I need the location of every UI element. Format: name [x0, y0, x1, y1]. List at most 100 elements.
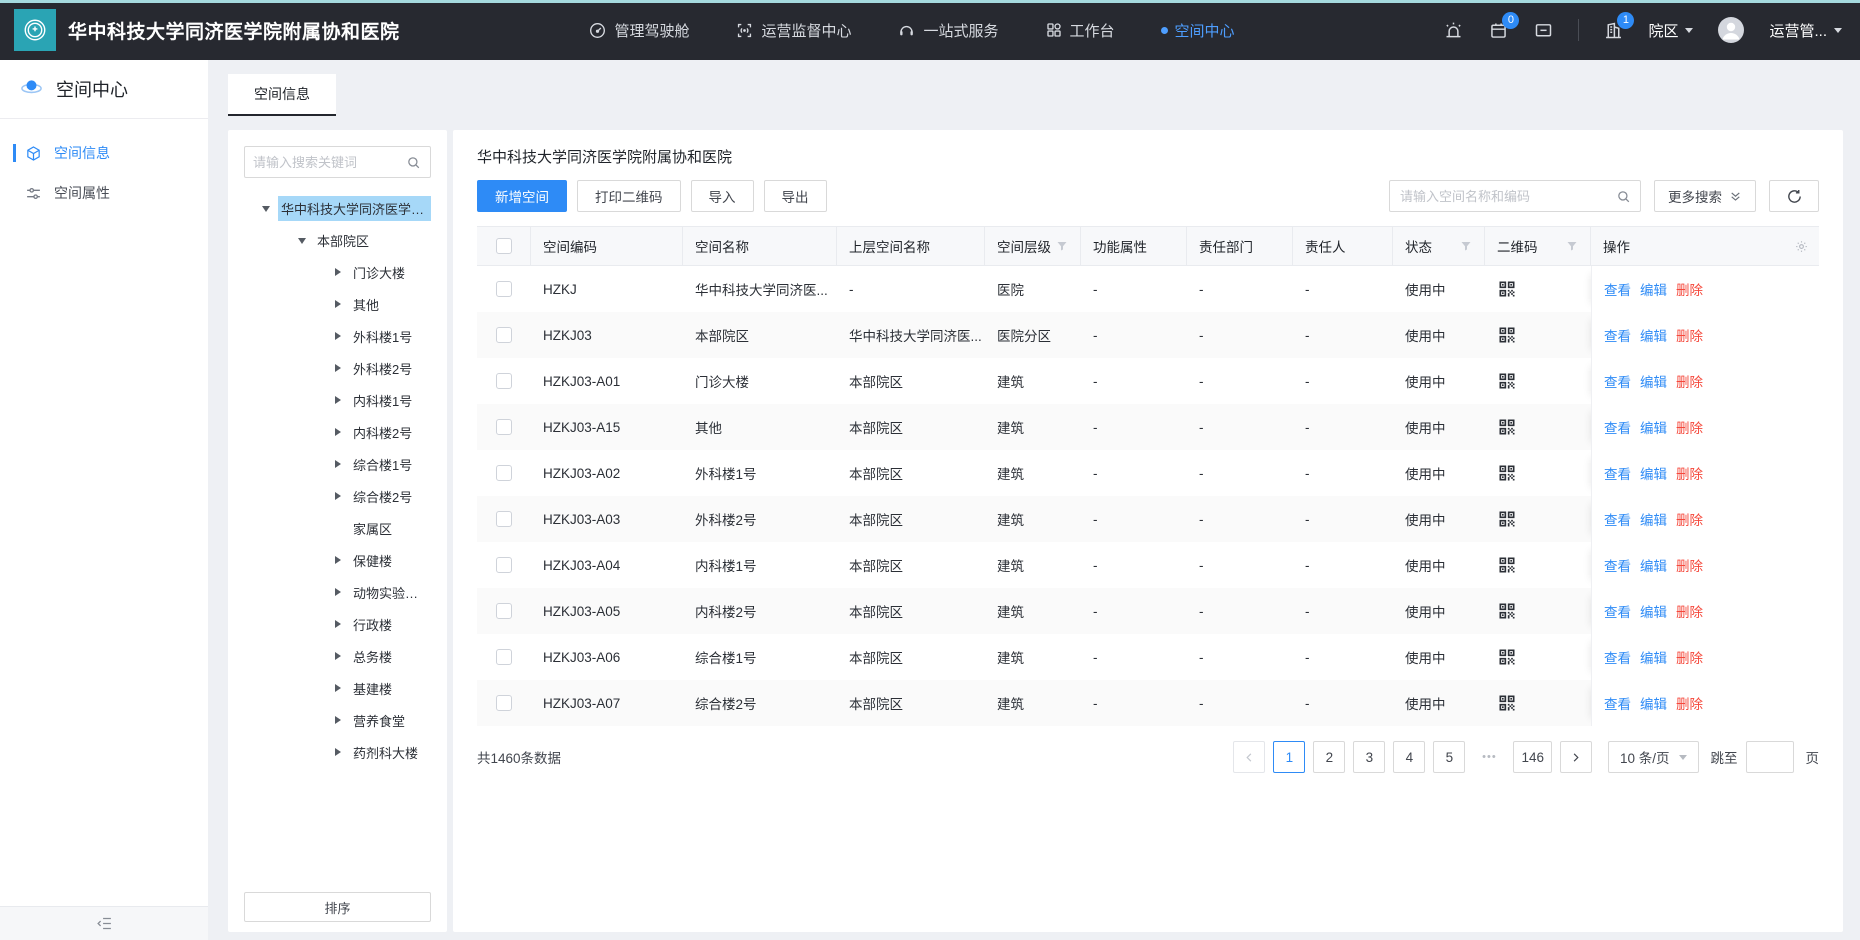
- edit-link[interactable]: 编辑: [1640, 555, 1667, 575]
- qr-code-icon[interactable]: [1497, 279, 1517, 299]
- tree-caret-icon[interactable]: [326, 428, 350, 436]
- view-link[interactable]: 查看: [1604, 647, 1631, 667]
- tree-caret-icon[interactable]: [290, 233, 314, 248]
- nav-item[interactable]: 运营监督中心: [735, 20, 851, 41]
- filter-icon[interactable]: [1566, 240, 1578, 252]
- tree-node[interactable]: 外科楼1号: [244, 320, 431, 352]
- table-search-input[interactable]: [1390, 189, 1616, 204]
- row-checkbox[interactable]: [496, 465, 512, 481]
- row-checkbox[interactable]: [496, 557, 512, 573]
- more-search-button[interactable]: 更多搜索: [1654, 180, 1756, 212]
- nav-item[interactable]: 工作台: [1045, 20, 1115, 41]
- sort-button[interactable]: 排序: [244, 892, 431, 922]
- jump-page-input[interactable]: [1746, 741, 1794, 773]
- tree-caret-icon[interactable]: [326, 492, 350, 500]
- tree-caret-icon[interactable]: [326, 716, 350, 724]
- qr-code-icon[interactable]: [1497, 509, 1517, 529]
- view-link[interactable]: 查看: [1604, 371, 1631, 391]
- tree-node[interactable]: 内科楼1号: [244, 384, 431, 416]
- row-checkbox[interactable]: [496, 511, 512, 527]
- tree-node[interactable]: 动物实验中心: [244, 576, 431, 608]
- alarm-icon[interactable]: [1443, 20, 1464, 41]
- tree-caret-icon[interactable]: [326, 556, 350, 564]
- page-ellipsis[interactable]: •••: [1473, 741, 1505, 773]
- prev-page-button[interactable]: [1233, 741, 1265, 773]
- tree-caret-icon[interactable]: [326, 396, 350, 404]
- filter-icon[interactable]: [1460, 240, 1472, 252]
- edit-link[interactable]: 编辑: [1640, 325, 1667, 345]
- tree-node[interactable]: 综合楼2号: [244, 480, 431, 512]
- page-button[interactable]: 2: [1313, 741, 1345, 773]
- tree-node[interactable]: 华中科技大学同济医学院附协...: [244, 192, 431, 224]
- tree-caret-icon[interactable]: [326, 748, 350, 756]
- export-button[interactable]: 导出: [764, 180, 827, 212]
- tree-caret-icon[interactable]: [326, 268, 350, 276]
- nav-item[interactable]: 空间中心: [1161, 20, 1235, 41]
- tree-caret-icon[interactable]: [326, 300, 350, 308]
- edit-link[interactable]: 编辑: [1640, 693, 1667, 713]
- tree-node[interactable]: 门诊大楼: [244, 256, 431, 288]
- tree-caret-icon[interactable]: [326, 620, 350, 628]
- search-icon[interactable]: [406, 155, 421, 170]
- qr-code-icon[interactable]: [1497, 371, 1517, 391]
- tree-caret-icon[interactable]: [326, 684, 350, 692]
- print-qr-button[interactable]: 打印二维码: [577, 180, 681, 212]
- tree-node[interactable]: 营养食堂: [244, 704, 431, 736]
- filter-icon[interactable]: [1056, 240, 1068, 252]
- qr-code-icon[interactable]: [1497, 463, 1517, 483]
- tree-node[interactable]: 总务楼: [244, 640, 431, 672]
- todo-icon[interactable]: 0: [1488, 20, 1509, 41]
- avatar[interactable]: [1717, 16, 1745, 44]
- qr-code-icon[interactable]: [1497, 555, 1517, 575]
- view-link[interactable]: 查看: [1604, 693, 1631, 713]
- view-link[interactable]: 查看: [1604, 417, 1631, 437]
- tree-node[interactable]: 保健楼: [244, 544, 431, 576]
- page-button[interactable]: 3: [1353, 741, 1385, 773]
- row-checkbox[interactable]: [496, 327, 512, 343]
- qr-code-icon[interactable]: [1497, 325, 1517, 345]
- page-size-select[interactable]: 10 条/页: [1608, 741, 1699, 773]
- tree-node[interactable]: 药剂科大楼: [244, 736, 431, 768]
- view-link[interactable]: 查看: [1604, 601, 1631, 621]
- view-link[interactable]: 查看: [1604, 555, 1631, 575]
- campus-icon[interactable]: 1: [1603, 20, 1624, 41]
- qr-code-icon[interactable]: [1497, 601, 1517, 621]
- tree-node[interactable]: 行政楼: [244, 608, 431, 640]
- qr-code-icon[interactable]: [1497, 417, 1517, 437]
- edit-link[interactable]: 编辑: [1640, 601, 1667, 621]
- edit-link[interactable]: 编辑: [1640, 417, 1667, 437]
- tab-space-info[interactable]: 空间信息: [228, 74, 336, 116]
- tree-caret-icon[interactable]: [326, 332, 350, 340]
- view-link[interactable]: 查看: [1604, 325, 1631, 345]
- delete-link[interactable]: 删除: [1676, 555, 1703, 575]
- tree-caret-icon[interactable]: [326, 588, 350, 596]
- qr-code-icon[interactable]: [1497, 693, 1517, 713]
- sidebar-collapse-button[interactable]: [0, 906, 208, 940]
- nav-item[interactable]: 一站式服务: [897, 20, 998, 41]
- tree-caret-icon[interactable]: [326, 652, 350, 660]
- tree-search-input[interactable]: [245, 155, 406, 170]
- delete-link[interactable]: 删除: [1676, 417, 1703, 437]
- next-page-button[interactable]: [1560, 741, 1592, 773]
- delete-link[interactable]: 删除: [1676, 693, 1703, 713]
- delete-link[interactable]: 删除: [1676, 463, 1703, 483]
- tree-caret-icon[interactable]: [326, 364, 350, 372]
- row-checkbox[interactable]: [496, 373, 512, 389]
- delete-link[interactable]: 删除: [1676, 647, 1703, 667]
- column-settings-icon[interactable]: [1794, 239, 1809, 254]
- nav-item[interactable]: 管理驾驶舱: [588, 20, 689, 41]
- tree-node[interactable]: 本部院区: [244, 224, 431, 256]
- page-button[interactable]: 1: [1273, 741, 1305, 773]
- delete-link[interactable]: 删除: [1676, 279, 1703, 299]
- tree-node[interactable]: 基建楼: [244, 672, 431, 704]
- page-button[interactable]: 146: [1513, 741, 1552, 773]
- row-checkbox[interactable]: [496, 419, 512, 435]
- tree-node[interactable]: 内科楼2号: [244, 416, 431, 448]
- delete-link[interactable]: 删除: [1676, 325, 1703, 345]
- sidebar-item[interactable]: 空间信息: [0, 133, 208, 173]
- row-checkbox[interactable]: [496, 649, 512, 665]
- edit-link[interactable]: 编辑: [1640, 509, 1667, 529]
- tree-caret-icon[interactable]: [326, 460, 350, 468]
- sidebar-item[interactable]: 空间属性: [0, 173, 208, 213]
- tree-node[interactable]: 综合楼1号: [244, 448, 431, 480]
